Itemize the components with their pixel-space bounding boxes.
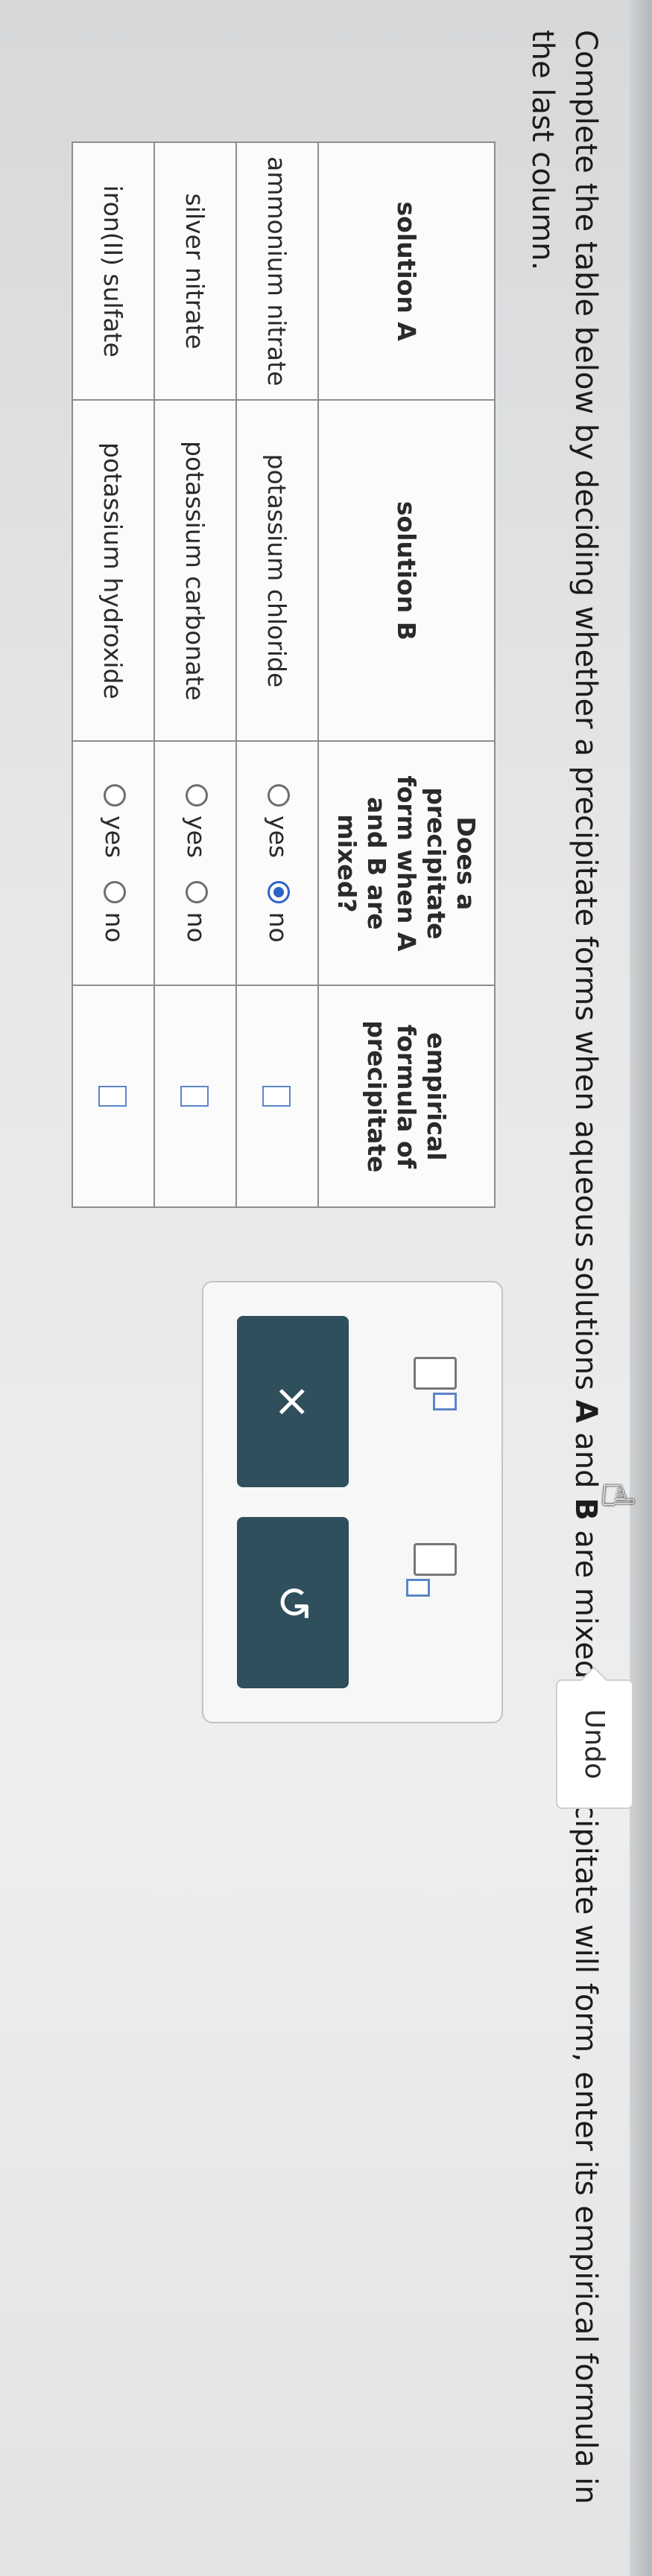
close-icon: ×: [267, 1382, 319, 1421]
instruction-part1: Complete the table below by deciding whe…: [569, 30, 603, 1400]
radio-no[interactable]: no: [100, 880, 130, 943]
subscript-template-base-icon: [414, 1543, 457, 1576]
radio-yes[interactable]: yes: [182, 784, 211, 858]
undo-tooltip: Undo: [556, 1679, 633, 1809]
cell-formula: [154, 985, 236, 1208]
top-band: [630, 0, 652, 2576]
table-row: ammonium nitrate potassium chloride yes …: [236, 142, 318, 1208]
radio-yes-label: yes: [100, 815, 130, 859]
undo-icon: ↺: [267, 1583, 319, 1622]
subscript-template-button[interactable]: [406, 1543, 457, 1597]
superscript-template-base-icon: [414, 1357, 457, 1390]
cell-solution-a: ammonium nitrate: [236, 142, 318, 401]
radio-yes-label: yes: [182, 815, 212, 859]
header-solution-a: solution A: [318, 142, 495, 401]
radio-yes[interactable]: yes: [264, 784, 293, 858]
cell-precipitate-choice: yes no: [154, 741, 236, 986]
radio-no-label: no: [182, 912, 212, 943]
header-solution-b: solution B: [318, 400, 495, 742]
cell-solution-a: silver nitrate: [154, 142, 236, 401]
radio-no[interactable]: no: [182, 880, 212, 943]
formula-input[interactable]: [180, 1086, 209, 1107]
undo-button[interactable]: ↺: [237, 1517, 349, 1688]
cell-solution-b: potassium carbonate: [154, 400, 236, 742]
cell-solution-b: potassium chloride: [236, 400, 318, 742]
clear-button[interactable]: ×: [237, 1316, 349, 1487]
radio-yes[interactable]: yes: [100, 784, 129, 858]
radio-no-label: no: [264, 912, 294, 943]
radio-yes-label: yes: [264, 815, 294, 859]
radio-no-label: no: [100, 912, 130, 943]
hand-pointer-icon: ☝: [592, 1482, 643, 1509]
cell-precipitate-choice: yes no: [72, 741, 154, 986]
table-row: iron(II) sulfate potassium hydroxide yes…: [72, 142, 154, 1208]
radio-no-circle[interactable]: [267, 880, 290, 903]
precipitate-table: solution A solution B Does a precipitate…: [72, 141, 496, 1209]
instruction-text: Complete the table below by deciding whe…: [521, 30, 607, 2510]
radio-no-circle[interactable]: [103, 880, 126, 903]
subscript-template-index-icon: [406, 1579, 430, 1597]
formula-tool-panel: × ↺: [202, 1281, 503, 1723]
cell-solution-a: iron(II) sulfate: [72, 142, 154, 401]
cell-formula: [72, 985, 154, 1208]
undo-tooltip-text: Undo: [579, 1708, 610, 1780]
radio-no-circle[interactable]: [185, 880, 208, 903]
superscript-template-button[interactable]: [414, 1357, 457, 1411]
cell-formula: [236, 985, 318, 1208]
screen: Complete the table below by deciding whe…: [0, 0, 652, 2576]
radio-yes-circle[interactable]: [103, 784, 126, 807]
formula-input[interactable]: [98, 1086, 127, 1107]
header-empirical-formula: empirical formula of precipitate: [318, 985, 495, 1208]
instruction-solution-a: A: [569, 1399, 603, 1423]
table-header-row: solution A solution B Does a precipitate…: [318, 142, 495, 1208]
radio-yes-circle[interactable]: [267, 784, 290, 807]
table-row: silver nitrate potassium carbonate yes n…: [154, 142, 236, 1208]
cell-solution-b: potassium hydroxide: [72, 400, 154, 742]
formula-input[interactable]: [262, 1086, 291, 1107]
radio-yes-circle[interactable]: [185, 784, 208, 807]
superscript-template-exponent-icon: [433, 1393, 457, 1411]
radio-no[interactable]: no: [264, 880, 294, 943]
cell-precipitate-choice: yes no: [236, 741, 318, 986]
header-precipitate-question: Does a precipitate form when A and B are…: [318, 741, 495, 986]
